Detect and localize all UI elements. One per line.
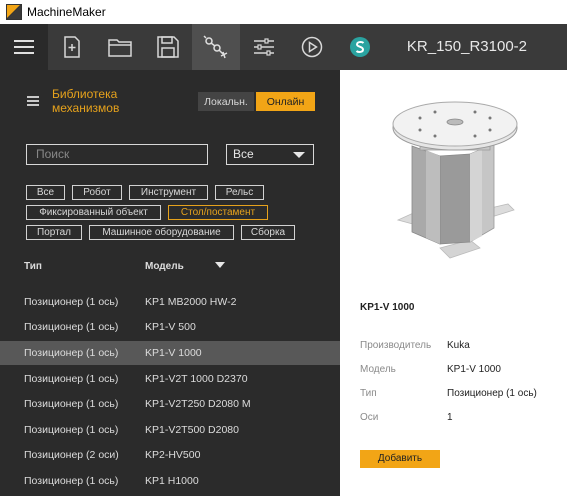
save-button[interactable] [144,24,192,70]
online-toggle[interactable]: Онлайн [256,92,315,111]
prop-value-manufacturer: Kuka [447,340,470,351]
chip-rail[interactable]: Рельс [215,185,264,200]
row-model: KP1-V2T250 D2080 M [145,398,251,410]
app-logo-icon [6,4,22,20]
table-row[interactable]: Позиционер (1 ось) KP1-V2T250 D2080 M [0,392,340,416]
prop-label-model: Модель [360,364,396,375]
settings-button[interactable] [240,24,288,70]
column-type-header[interactable]: Тип [24,261,42,272]
chip-machine-equipment[interactable]: Машинное оборудование [89,225,234,240]
new-document-button[interactable] [48,24,96,70]
chip-table-stand[interactable]: Стол/постамент [168,205,268,220]
row-model: KP1 MB2000 HW-2 [145,296,237,308]
open-button[interactable] [96,24,144,70]
row-type: Позиционер (1 ось) [24,475,119,487]
row-model: KP1-V2T500 D2080 [145,424,239,436]
row-type: Позиционер (1 ось) [24,373,119,385]
row-type: Позиционер (1 ось) [24,398,119,410]
prop-label-type: Тип [360,388,377,399]
prop-label-axes: Оси [360,412,379,423]
prop-value-model: KP1-V 1000 [447,364,501,375]
save-icon [157,36,179,58]
category-select-value: Все [233,147,254,161]
menu-icon [14,40,34,54]
menu-button[interactable] [0,24,48,70]
search-input[interactable]: Поиск [26,144,208,165]
table-row[interactable]: Позиционер (1 ось) KP1 H1000 [0,469,340,493]
chip-robot[interactable]: Робот [72,185,122,200]
chip-all[interactable]: Все [26,185,65,200]
play-button[interactable] [288,24,336,70]
chip-assembly[interactable]: Сборка [241,225,295,240]
s-logo-button[interactable] [336,24,384,70]
sliders-icon [254,38,274,56]
table-row[interactable]: Позиционер (2 оси) KP2-HV500 [0,443,340,467]
chip-gantry[interactable]: Портал [26,225,82,240]
column-model-header[interactable]: Модель [145,261,184,272]
play-icon [301,36,323,58]
local-toggle[interactable]: Локальн. [198,92,254,111]
chevron-down-icon [293,152,305,158]
machine-name: KR_150_R3100-2 [406,38,527,55]
table-row[interactable]: Позиционер (1 ось) KP1-V 500 [0,315,340,339]
add-button[interactable]: Добавить [360,450,440,468]
model-title: KP1-V 1000 [360,302,415,313]
row-model: KP1 H1000 [145,475,199,487]
robot-library-button[interactable] [192,24,240,70]
row-type: Позиционер (1 ось) [24,296,119,308]
row-type: Позиционер (1 ось) [24,347,119,359]
library-menu-icon[interactable] [27,96,39,106]
sort-down-icon[interactable] [215,262,225,268]
prop-value-type: Позиционер (1 ось) [447,388,537,399]
library-title: Библиотека механизмов [52,87,120,115]
s-logo-icon [350,37,370,57]
chip-fixed-object[interactable]: Фиксированный объект [26,205,161,220]
table-row[interactable]: Позиционер (1 ось) KP1 MB2000 HW-2 [0,290,340,314]
table-row[interactable]: Позиционер (1 ось) KP1-V2T500 D2080 [0,418,340,442]
new-document-icon [64,36,80,58]
app-title: MachineMaker [27,5,106,19]
chip-tool[interactable]: Инструмент [129,185,208,200]
title-bar: MachineMaker [0,0,567,24]
open-folder-icon [108,39,132,57]
category-select[interactable]: Все [226,144,314,165]
toolbar: KR_150_R3100-2 [0,24,567,70]
row-type: Позиционер (1 ось) [24,321,119,333]
library-panel: Библиотека механизмов Локальн. Онлайн По… [0,70,340,496]
row-model: KP1-V 1000 [145,347,202,359]
prop-value-axes: 1 [447,412,453,423]
row-model: KP1-V2T 1000 D2370 [145,373,248,385]
row-type: Позиционер (2 оси) [24,449,119,461]
row-type: Позиционер (1 ось) [24,424,119,436]
table-row-selected[interactable]: Позиционер (1 ось) KP1-V 1000 [0,341,340,365]
row-model: KP2-HV500 [145,449,201,461]
row-model: KP1-V 500 [145,321,196,333]
positioner-preview-image [392,101,518,259]
table-row[interactable]: Позиционер (1 ось) KP1-V2T 1000 D2370 [0,367,340,391]
robot-arm-icon [203,35,228,59]
details-panel: KP1-V 1000 Производитель Kuka Модель KP1… [340,70,567,496]
prop-label-manufacturer: Производитель [360,340,432,351]
